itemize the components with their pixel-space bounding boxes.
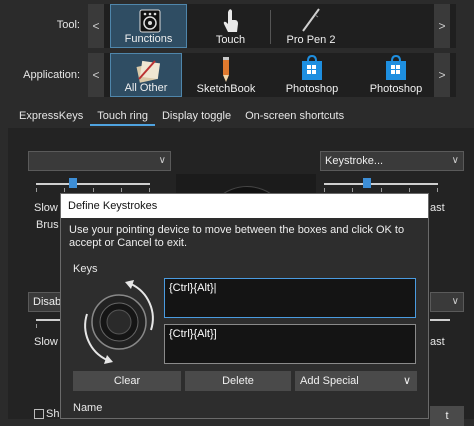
all-other-apps-icon	[136, 60, 161, 83]
right-bottom-button-label: t	[445, 410, 449, 422]
keystroke-field-counterclockwise-value: {Ctrl}{Alt}]	[169, 328, 217, 340]
application-tile-label: Photoshop	[285, 83, 339, 95]
chevron-down-icon: ∨	[158, 155, 166, 166]
tool-strip: < Functions Touch Pro Pen 2 >	[88, 4, 456, 48]
fast-label-2: ast	[430, 336, 445, 348]
tool-row: Tool: < Functions Touch Pro Pen 2 >	[0, 4, 474, 48]
dialog-instructions: Use your pointing device to move between…	[69, 224, 405, 249]
disable-dropdown-value: Disab	[33, 296, 62, 308]
tool-tile-label: Touch	[215, 34, 246, 46]
tab-bar: ExpressKeys Touch ring Display toggle On…	[12, 108, 351, 126]
tool-separator	[270, 10, 271, 44]
right-speed-slider-2[interactable]	[430, 319, 450, 321]
right-slider-ticks	[324, 188, 438, 192]
right-speed-slider-thumb[interactable]	[363, 178, 371, 188]
tool-tile-touch[interactable]: Touch	[192, 4, 269, 48]
tool-tile-functions[interactable]: Functions	[110, 4, 187, 48]
touch-hand-icon	[223, 9, 238, 32]
chevron-down-icon: ∨	[451, 155, 459, 166]
name-label: Name	[73, 402, 103, 414]
tool-next-button[interactable]: >	[434, 4, 450, 48]
application-tile-photoshop-1[interactable]: Photoshop	[272, 53, 352, 97]
left-function-dropdown[interactable]: ∨	[28, 151, 171, 171]
right-dropdown-value: Keystroke...	[325, 155, 384, 167]
tool-label: Tool:	[56, 19, 80, 31]
keys-label: Keys	[73, 263, 98, 275]
tool-tile-label: Pro Pen 2	[286, 34, 336, 46]
windows-store-icon	[302, 55, 322, 80]
left-speed-slider-thumb[interactable]	[69, 178, 77, 188]
add-special-label: Add Special	[300, 375, 359, 387]
define-keystrokes-dialog: Define Keystrokes Use your pointing devi…	[60, 193, 429, 419]
tab-display-toggle[interactable]: Display toggle	[155, 108, 238, 126]
chevron-down-icon: ∨	[451, 296, 459, 307]
right-speed-slider[interactable]	[324, 183, 438, 185]
functions-icon	[139, 9, 161, 33]
application-prev-button[interactable]: <	[88, 53, 104, 97]
slow-label: Slow	[34, 202, 58, 214]
application-tile-label: SketchBook	[196, 83, 256, 95]
tool-tile-label: Functions	[124, 33, 173, 45]
application-row: Application: < All Other SketchBook Phot…	[0, 53, 474, 97]
application-strip: < All Other SketchBook Photoshop Photosh…	[88, 53, 456, 97]
tool-prev-button[interactable]: <	[88, 4, 104, 48]
application-tile-photoshop-2[interactable]: Photoshop	[356, 53, 436, 97]
keystroke-field-clockwise-value: {Ctrl}{Alt}|	[169, 282, 217, 294]
pen-icon	[302, 8, 320, 32]
tool-tile-pro-pen-2[interactable]: Pro Pen 2	[276, 4, 346, 48]
application-tile-sketchbook[interactable]: SketchBook	[186, 53, 266, 97]
right-bottom-button[interactable]: t	[430, 406, 464, 426]
sketchbook-pencil-icon	[223, 57, 229, 82]
fast-label: ast	[430, 202, 445, 214]
left-slider-ticks	[36, 188, 150, 192]
tab-on-screen-shortcuts[interactable]: On-screen shortcuts	[238, 108, 351, 126]
tab-touch-ring[interactable]: Touch ring	[90, 108, 155, 126]
dialog-title: Define Keystrokes	[61, 194, 428, 218]
keystroke-field-clockwise[interactable]: {Ctrl}{Alt}|	[164, 278, 416, 318]
slow-label-2: Slow	[34, 336, 58, 348]
windows-store-icon	[386, 55, 406, 80]
right-function-dropdown[interactable]: Keystroke... ∨	[320, 151, 464, 171]
application-label: Application:	[23, 69, 80, 81]
right-dropdown-2[interactable]: ∨	[430, 292, 464, 312]
left-speed-slider[interactable]	[36, 183, 150, 185]
keystroke-field-counterclockwise[interactable]: {Ctrl}{Alt}]	[164, 324, 416, 364]
application-tile-label: All Other	[124, 82, 168, 94]
application-tile-label: Photoshop	[369, 83, 423, 95]
tab-expresskeys[interactable]: ExpressKeys	[12, 108, 90, 126]
chevron-down-icon: ∨	[402, 375, 411, 387]
application-tile-all-other[interactable]: All Other	[110, 53, 182, 97]
brush-label: Brus	[36, 219, 59, 231]
clear-button[interactable]: Clear	[73, 371, 181, 391]
application-next-button[interactable]: >	[434, 53, 450, 97]
add-special-dropdown[interactable]: Add Special ∨	[295, 371, 417, 391]
delete-button[interactable]: Delete	[185, 371, 291, 391]
show-checkbox[interactable]	[34, 409, 44, 419]
touch-ring-diagram-icon	[84, 280, 154, 364]
